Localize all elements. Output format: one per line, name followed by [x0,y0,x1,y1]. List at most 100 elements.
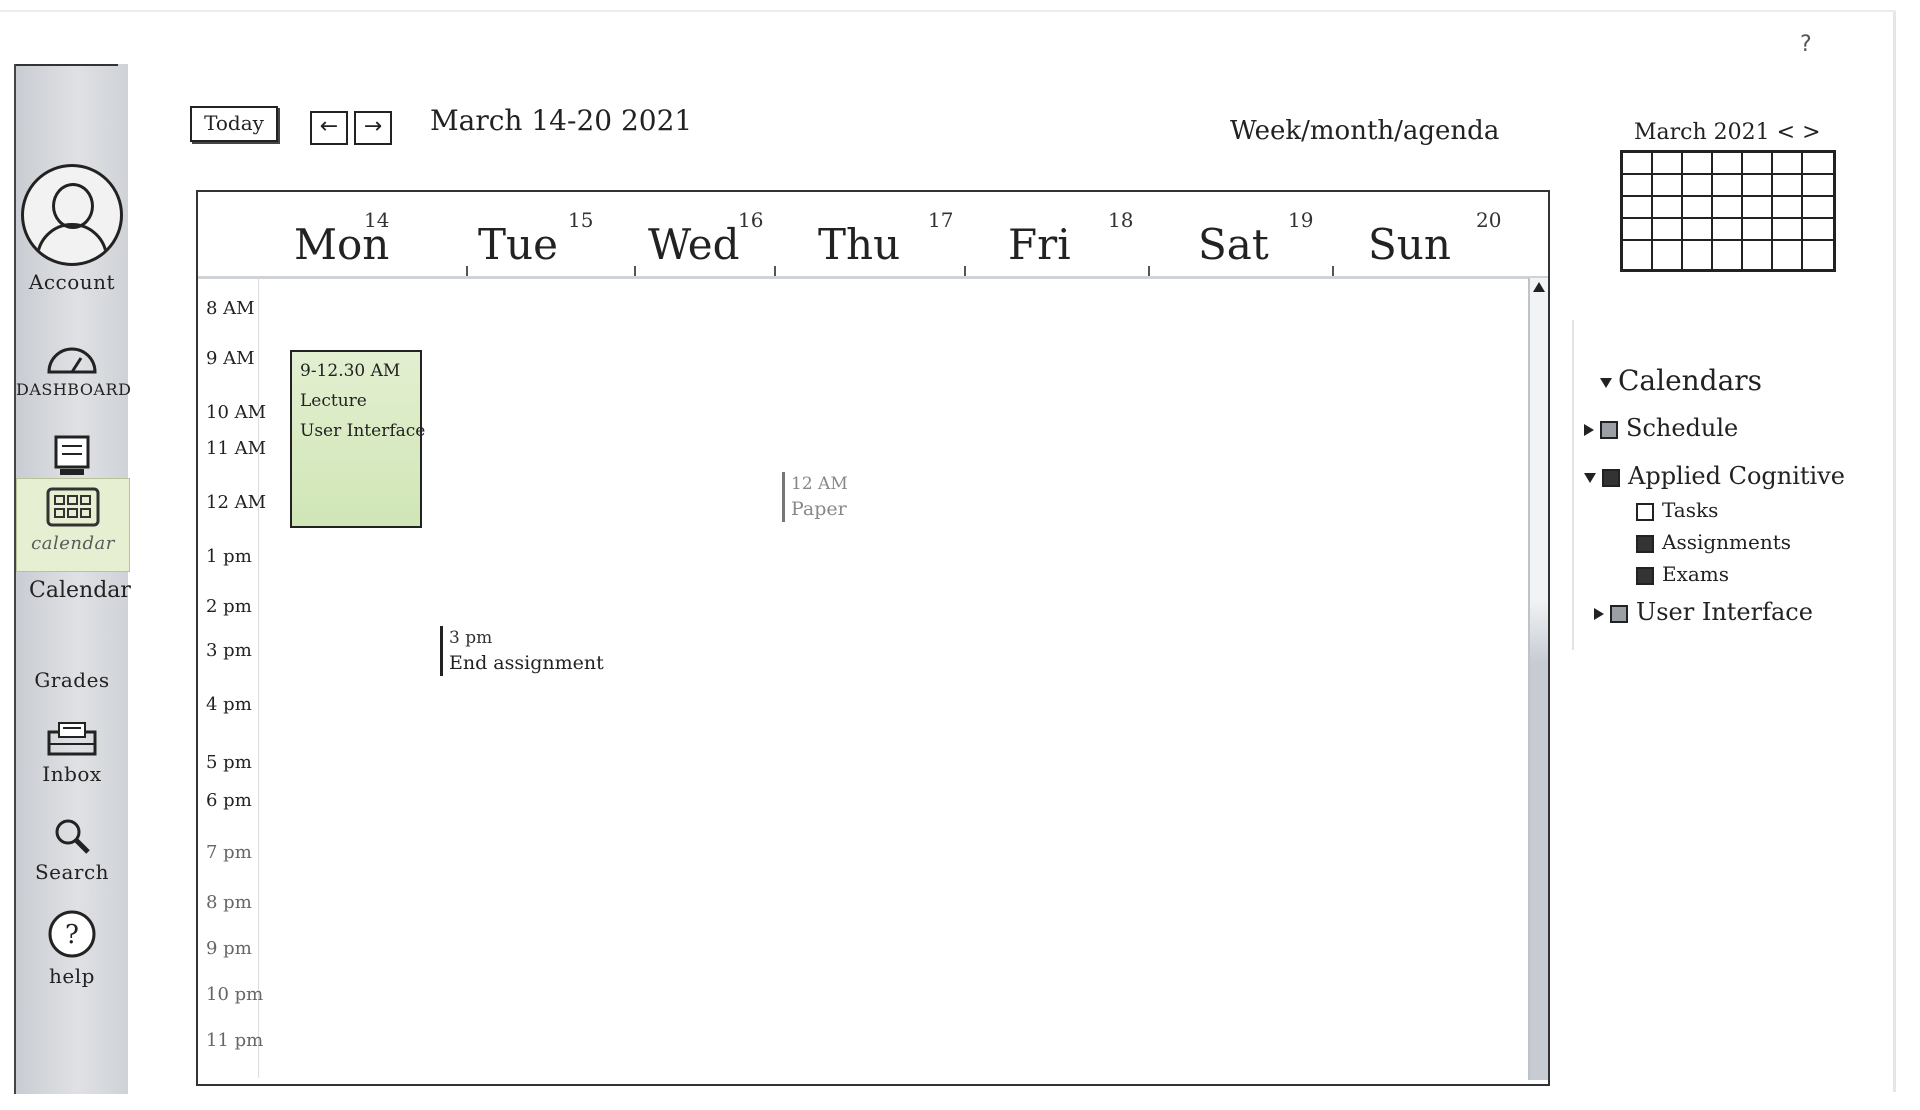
hour-label: 8 AM [206,298,255,319]
next-week-button[interactable]: → [354,111,392,145]
event-title: End assignment [449,652,604,674]
checkbox[interactable] [1602,468,1620,487]
day-number: 19 [1288,208,1314,232]
sidebar-item-label: Search [34,860,110,884]
svg-text:?: ? [65,920,79,950]
help-mark[interactable]: ? [1800,32,1812,57]
search-icon [55,819,90,854]
week-grid[interactable] [260,278,1528,1080]
event-lecture[interactable]: 9-12.30 AM Lecture User Interface [290,350,425,528]
inbox-icon [47,722,97,756]
checkbox[interactable] [1610,604,1628,623]
collapse-icon [1600,377,1612,388]
hour-label: 9 AM [206,348,255,369]
calendar-item-assignments[interactable]: Assignments [1636,530,1791,554]
sidebar-item-search[interactable]: Search [16,816,128,884]
mini-calendar-title: March 2021 [1634,120,1770,145]
calendar-item-label: Exams [1662,562,1730,586]
book-icon [54,435,90,475]
sidebar-item-courses[interactable] [16,434,128,482]
calendar-item-label: Schedule [1626,414,1739,442]
sidebar-item-label: DASHBOARD [16,380,132,399]
hour-label: 3 pm [206,640,252,661]
checkbox[interactable] [1636,534,1654,553]
panel-divider [1572,320,1574,650]
calendar-item-label: Assignments [1662,530,1792,554]
today-button[interactable]: Today [190,106,278,142]
event-title: Lecture [300,391,367,411]
day-name: Fri [1008,220,1071,269]
calendar-item-tasks[interactable]: Tasks [1636,498,1718,522]
mini-calendar-grid[interactable] [1620,150,1836,272]
hour-label: 9 pm [206,938,252,959]
mini-month-calendar: March 2021 < > [1620,120,1840,272]
day-name: Thu [818,220,901,269]
day-number: 15 [568,208,594,232]
vertical-scrollbar[interactable] [1528,278,1548,1080]
day-divider [774,266,776,276]
day-divider [964,266,966,276]
hour-label: 6 pm [206,790,252,811]
expand-icon [1594,607,1604,620]
sidebar-item-account[interactable]: Account [16,164,128,294]
hour-label: 4 pm [206,694,252,715]
calendar-item-label: Tasks [1662,498,1719,522]
sidebar-item-help[interactable]: ? help [16,908,128,988]
sidebar-item-label: help [49,964,95,988]
sidebar-item-inbox[interactable]: Inbox [16,720,128,786]
calendar-item-exams[interactable]: Exams [1636,562,1729,586]
hour-label: 8 pm [206,892,252,913]
calendar-item-user-interface[interactable]: User Interface [1594,598,1813,626]
mini-next-icon[interactable]: > [1802,120,1820,145]
date-range-title: March 14-20 2021 [430,104,693,137]
day-divider [634,266,636,276]
hour-label: 10 AM [206,402,267,423]
calendars-heading-label: Calendars [1618,364,1763,397]
checkbox[interactable] [1600,420,1618,439]
day-name: Tue [478,220,558,269]
calendar-caption: Calendar [29,578,131,603]
avatar-icon [21,164,123,266]
calendar-item-applied-cognitive[interactable]: Applied Cognitive [1584,462,1845,490]
calendar-item-label: Applied Cognitive [1628,462,1845,490]
hour-label: 11 pm [206,1030,264,1051]
help-icon: ? [48,910,96,958]
calendar-icon [46,487,100,527]
hour-label: 1 pm [206,546,252,567]
mini-prev-icon[interactable]: < [1777,120,1795,145]
event-assignment[interactable]: 3 pm End assignment [440,626,604,676]
sidebar-item-grades[interactable]: Grades [16,668,128,692]
week-calendar: Mon 14 Tue 15 Wed 16 Thu 17 Fri 18 Sat 1… [196,190,1550,1086]
day-number: 17 [928,208,954,232]
sidebar-item-dashboard[interactable]: DASHBOARD [16,342,132,399]
arrow-right-icon: → [363,114,383,139]
day-name: Sun [1368,220,1451,269]
view-switcher[interactable]: Week/month/agenda [1230,116,1499,146]
calendar-item-schedule[interactable]: Schedule [1584,414,1738,442]
event-paper[interactable]: 12 AM Paper [782,472,848,522]
arrow-left-icon: ← [319,114,339,139]
prev-week-button[interactable]: ← [310,111,348,145]
day-divider [1148,266,1150,276]
checkbox[interactable] [1636,566,1654,585]
sidebar-top-rule [16,64,118,66]
paper-right-edge [1893,12,1896,1092]
sidebar-item-calendar[interactable]: calendar [16,478,130,572]
calendars-heading[interactable]: Calendars [1600,364,1762,397]
day-divider [1332,266,1334,276]
gauge-icon [47,347,97,374]
day-name: Wed [648,220,740,269]
sidebar-item-label: calendar [31,533,115,554]
collapse-icon [1584,472,1596,483]
checkbox[interactable] [1636,502,1654,521]
hour-label: 7 pm [206,842,252,863]
hour-label: 11 AM [206,438,267,459]
day-header-row: Mon 14 Tue 15 Wed 16 Thu 17 Fri 18 Sat 1… [198,192,1548,279]
day-number: 16 [738,208,764,232]
mini-calendar-header: March 2021 < > [1634,120,1821,145]
sidebar-item-label: Inbox [42,762,102,786]
day-number: 14 [364,208,390,232]
hour-column: 8 AM 9 AM 10 AM 11 AM 12 AM 1 pm 2 pm 3 … [200,278,267,1078]
event-time: 3 pm [449,628,493,648]
scroll-up-icon[interactable] [1533,282,1545,292]
